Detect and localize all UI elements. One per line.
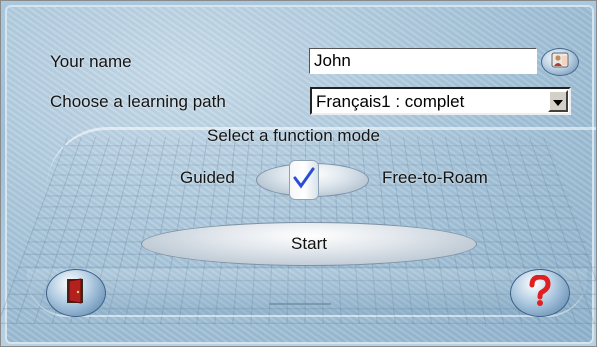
chevron-down-icon	[553, 91, 563, 111]
mode-toggle[interactable]	[256, 163, 369, 197]
learning-path-select[interactable]: Français1 : complet	[310, 87, 571, 115]
dropdown-button[interactable]	[548, 90, 568, 112]
start-label: Start	[291, 234, 327, 254]
user-button[interactable]	[541, 48, 579, 76]
login-window: Your name Choose a learning path Françai…	[0, 0, 597, 347]
help-button[interactable]	[510, 269, 570, 317]
path-label: Choose a learning path	[50, 92, 226, 112]
mode-title: Select a function mode	[207, 126, 380, 146]
name-input[interactable]	[309, 48, 537, 74]
check-icon	[292, 167, 316, 194]
mode-guided-label[interactable]: Guided	[180, 168, 235, 188]
door-exit-icon	[65, 277, 87, 310]
center-mark	[269, 303, 331, 305]
background-floor	[27, 269, 587, 317]
start-button[interactable]: Start	[141, 222, 477, 266]
question-mark-icon	[527, 275, 553, 312]
name-label: Your name	[50, 52, 132, 72]
exit-button[interactable]	[46, 269, 106, 317]
mode-free-label[interactable]: Free-to-Roam	[382, 168, 488, 188]
user-icon	[551, 52, 569, 73]
toggle-knob[interactable]	[289, 160, 319, 200]
learning-path-value: Français1 : complet	[316, 92, 464, 112]
